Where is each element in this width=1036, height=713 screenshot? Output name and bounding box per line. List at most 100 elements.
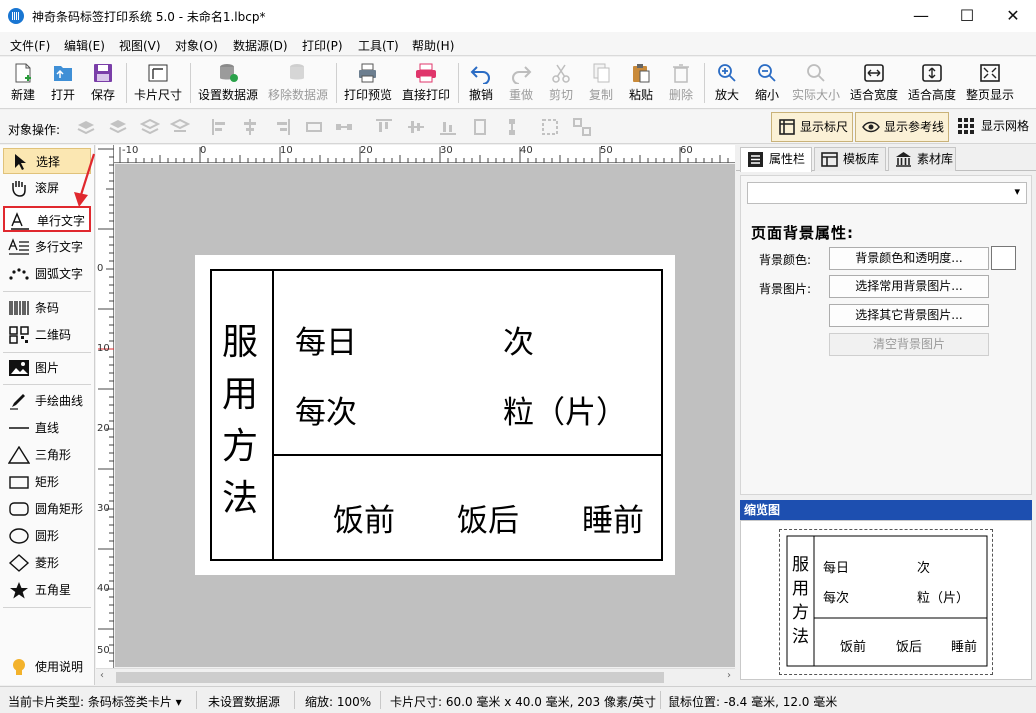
maximize-button[interactable]: ☐ [944, 0, 990, 32]
status-card-type[interactable]: 当前卡片类型: 条码标签类卡片 ▾ [8, 693, 182, 710]
tool-freehand[interactable]: 手绘曲线 [3, 388, 91, 414]
menu-help[interactable]: 帮助(H) [412, 37, 454, 54]
select-common-bg-button[interactable]: 选择常用背景图片... [829, 275, 989, 298]
fit-height-button[interactable]: 适合高度 [906, 59, 958, 107]
save-button[interactable]: 保存 [86, 59, 120, 107]
layer-top-icon[interactable] [108, 117, 128, 137]
set-datasource-button[interactable]: 设置数据源 [196, 59, 260, 107]
new-button[interactable]: 新建 [6, 59, 40, 107]
align-center-icon[interactable] [240, 117, 260, 137]
label-vertical-char-3[interactable]: 方 [222, 417, 258, 469]
delete-button[interactable]: 删除 [664, 59, 698, 107]
menu-datasource[interactable]: 数据源(D) [233, 37, 288, 54]
tab-materials[interactable]: 素材库 [888, 147, 956, 171]
label-vertical-char-2[interactable]: 用 [222, 365, 258, 417]
minimize-button[interactable]: — [898, 0, 944, 32]
tool-rectangle[interactable]: 矩形 [3, 469, 91, 495]
fit-height-icon [922, 64, 942, 82]
label-daily[interactable]: 每日 [295, 317, 357, 362]
status-mouse-position: 鼠标位置: -8.4 毫米, 12.0 毫米 [668, 695, 838, 709]
tab-templates[interactable]: 模板库 [814, 147, 886, 171]
select-other-bg-button[interactable]: 选择其它背景图片... [829, 304, 989, 327]
tool-image[interactable]: 图片 [3, 355, 91, 381]
tool-barcode[interactable]: 条码 [3, 295, 91, 321]
copy-button[interactable]: 复制 [584, 59, 618, 107]
menu-object[interactable]: 对象(O) [175, 37, 218, 54]
direct-print-button[interactable]: 直接打印 [400, 59, 452, 107]
label-pills[interactable]: 粒（片） [503, 387, 627, 432]
scroll-right-icon[interactable]: › [727, 670, 731, 681]
undo-button[interactable]: 撤销 [464, 59, 498, 107]
paste-button[interactable]: 粘贴 [624, 59, 658, 107]
same-height-icon[interactable] [502, 117, 522, 137]
object-selector-dropdown[interactable] [747, 182, 1027, 204]
menu-edit[interactable]: 编辑(E) [64, 37, 105, 54]
align-bottom-icon[interactable] [438, 117, 458, 137]
label-card[interactable]: 服 用 方 法 每日 次 每次 粒（片） 饭前 饭后 睡前 [195, 255, 675, 575]
actual-size-button[interactable]: 实际大小 [790, 59, 842, 107]
tool-multi-line-text[interactable]: 多行文字 [3, 234, 91, 260]
scrollbar-thumb[interactable] [116, 672, 664, 683]
zoom-out-button[interactable]: 缩小 [750, 59, 784, 107]
tool-qrcode[interactable]: 二维码 [3, 322, 91, 348]
label-times[interactable]: 次 [503, 317, 534, 362]
tool-arc-text[interactable]: 圆弧文字 [3, 261, 91, 287]
barcode-icon [9, 301, 29, 315]
preview-char-3: 方 [792, 603, 809, 623]
layer-down-icon[interactable] [140, 117, 160, 137]
tool-rounded-rectangle[interactable]: 圆角矩形 [3, 496, 91, 522]
ungroup-icon[interactable] [572, 117, 592, 137]
menu-view[interactable]: 视图(V) [119, 37, 161, 54]
preview-pane[interactable]: 服 用 方 法 每日 次 每次 粒（片） 饭前 饭后 睡前 [740, 520, 1032, 680]
preview-char-2: 用 [792, 579, 809, 599]
label-vertical-char-1[interactable]: 服 [222, 313, 258, 365]
label-after-meal[interactable]: 饭后 [457, 495, 519, 540]
show-guides-toggle[interactable]: 显示参考线 [855, 112, 949, 142]
tool-diamond[interactable]: 菱形 [3, 550, 91, 576]
group-icon[interactable] [540, 117, 560, 137]
open-icon [54, 66, 72, 81]
bg-color-swatch[interactable] [991, 246, 1016, 270]
redo-button[interactable]: 重做 [504, 59, 538, 107]
zoom-in-button[interactable]: 放大 [710, 59, 744, 107]
bg-color-button[interactable]: 背景颜色和透明度... [829, 247, 989, 270]
show-grid-toggle[interactable]: 显示网格 [953, 112, 1033, 142]
tool-ellipse[interactable]: 圆形 [3, 523, 91, 549]
open-button[interactable]: 打开 [46, 59, 80, 107]
horizontal-ruler: -10 0 10 20 30 40 50 60 [96, 145, 735, 163]
layer-up-icon[interactable] [76, 117, 96, 137]
tool-star[interactable]: 五角星 [3, 577, 91, 603]
label-before-meal[interactable]: 饭前 [333, 495, 395, 540]
fit-width-button[interactable]: 适合宽度 [848, 59, 900, 107]
same-width-icon[interactable] [470, 117, 490, 137]
align-middle-icon[interactable] [406, 117, 426, 137]
clear-bg-button[interactable]: 清空背景图片 [829, 333, 989, 356]
align-right-icon[interactable] [272, 117, 292, 137]
whole-page-button[interactable]: 整页显示 [964, 59, 1016, 107]
align-left-icon[interactable] [210, 117, 230, 137]
help-button[interactable]: 使用说明 [3, 654, 91, 680]
menu-file[interactable]: 文件(F) [10, 37, 50, 54]
align-top-icon[interactable] [374, 117, 394, 137]
menu-tools[interactable]: 工具(T) [358, 37, 399, 54]
tab-properties[interactable]: 属性栏 [740, 147, 812, 172]
show-ruler-toggle[interactable]: 显示标尺 [771, 112, 853, 142]
remove-datasource-button[interactable]: 移除数据源 [266, 59, 330, 107]
scroll-left-icon[interactable]: ‹ [100, 670, 104, 681]
tool-triangle[interactable]: 三角形 [3, 442, 91, 468]
canvas-horizontal-scrollbar[interactable]: ‹ › [96, 668, 735, 685]
menu-print[interactable]: 打印(P) [302, 37, 343, 54]
distribute-v-icon[interactable] [334, 117, 354, 137]
layer-bottom-icon[interactable] [170, 117, 190, 137]
close-button[interactable]: ✕ [990, 0, 1036, 32]
label-each[interactable]: 每次 [295, 387, 357, 432]
tool-line[interactable]: 直线 [3, 415, 91, 441]
cut-button[interactable]: 剪切 [544, 59, 578, 107]
card-size-button[interactable]: 卡片尺寸 [132, 59, 184, 107]
print-preview-button[interactable]: 打印预览 [342, 59, 394, 107]
zoom-out-icon [758, 64, 776, 82]
label-before-sleep[interactable]: 睡前 [582, 495, 644, 540]
distribute-h-icon[interactable] [304, 117, 324, 137]
label-vertical-char-4[interactable]: 法 [222, 469, 258, 521]
preview-header: 缩览图 [740, 500, 1032, 520]
